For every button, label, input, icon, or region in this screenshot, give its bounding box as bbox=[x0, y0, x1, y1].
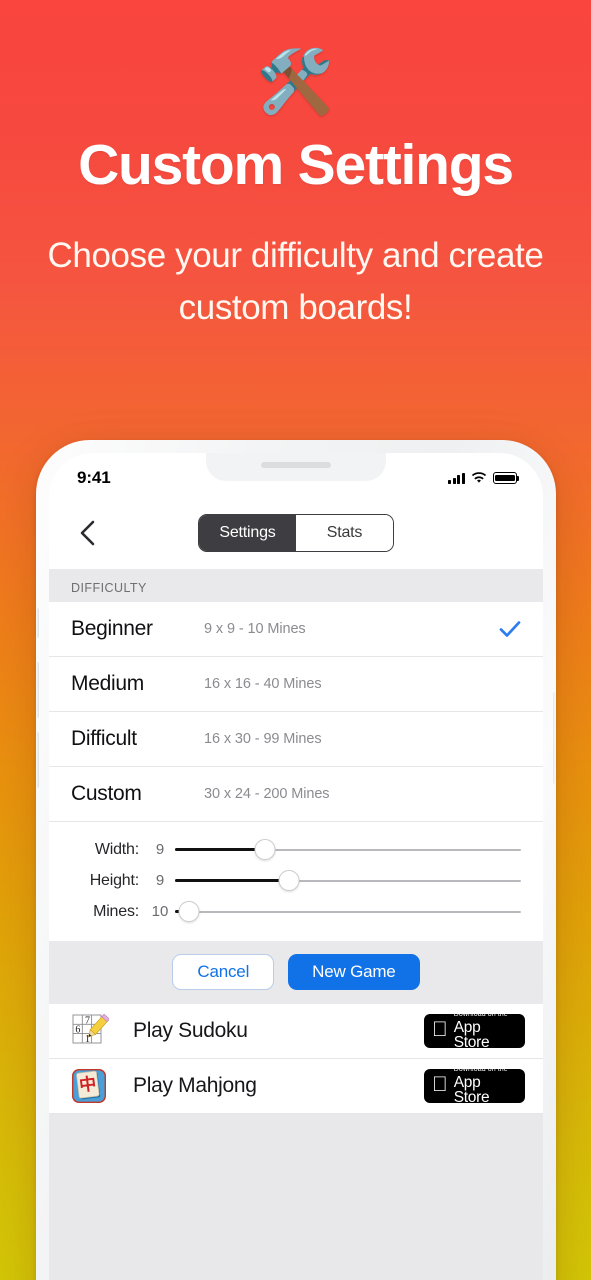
difficulty-detail: 16 x 16 - 40 Mines bbox=[204, 676, 322, 692]
slider-row-height: Height: 9 bbox=[71, 865, 521, 896]
earpiece-speaker-icon bbox=[261, 462, 331, 468]
status-icons bbox=[448, 472, 520, 484]
promo-row-mahjong[interactable]: 中 Play Mahjong  Download on the App Sto… bbox=[49, 1059, 543, 1114]
settings-stats-segmented-control[interactable]: Settings Stats bbox=[198, 514, 394, 552]
promo-label: Play Mahjong bbox=[133, 1074, 257, 1097]
promo-screenshot: 🛠️ Custom Settings Choose your difficult… bbox=[0, 0, 591, 1280]
hero-section: 🛠️ Custom Settings Choose your difficult… bbox=[0, 0, 591, 335]
slider-fill bbox=[175, 879, 290, 882]
difficulty-detail: 9 x 9 - 10 Mines bbox=[204, 621, 306, 637]
page-subtitle: Choose your difficulty and create custom… bbox=[47, 235, 544, 328]
difficulty-list: Beginner 9 x 9 - 10 Mines Medium 16 x 16… bbox=[49, 602, 543, 822]
back-button[interactable] bbox=[69, 515, 105, 551]
checkmark-icon bbox=[499, 620, 521, 638]
promo-label: Play Sudoku bbox=[133, 1019, 248, 1042]
app-promotions: 7 6 1 Play Sudoku Download on the App St… bbox=[49, 1004, 543, 1114]
slider-value-height: 9 bbox=[155, 872, 165, 889]
volume-down-button[interactable] bbox=[36, 732, 39, 788]
silent-switch[interactable] bbox=[36, 608, 39, 638]
difficulty-name: Difficult bbox=[71, 727, 137, 750]
mahjong-tile-icon: 中 bbox=[67, 1064, 111, 1108]
tab-settings[interactable]: Settings bbox=[199, 515, 296, 551]
slider-thumb[interactable] bbox=[178, 901, 200, 922]
slider-label-width: Width: bbox=[94, 840, 139, 858]
signal-bars-icon bbox=[448, 472, 465, 484]
page-title: Custom Settings bbox=[78, 133, 514, 197]
slider-value-width: 9 bbox=[155, 841, 165, 858]
badge-line-1: Download on the bbox=[454, 1066, 517, 1073]
nav-bar: Settings Stats bbox=[49, 497, 543, 569]
slider-label-height: Height: bbox=[89, 871, 139, 889]
volume-up-button[interactable] bbox=[36, 662, 39, 718]
difficulty-row-difficult[interactable]: Difficult 16 x 30 - 99 Mines bbox=[49, 712, 543, 767]
svg-text:中: 中 bbox=[78, 1073, 97, 1096]
slider-thumb[interactable] bbox=[254, 839, 276, 860]
difficulty-row-medium[interactable]: Medium 16 x 16 - 40 Mines bbox=[49, 657, 543, 712]
slider-fill bbox=[175, 848, 265, 851]
difficulty-name: Medium bbox=[71, 672, 144, 695]
slider-value-mines: 10 bbox=[151, 903, 169, 920]
phone-notch bbox=[206, 453, 386, 481]
height-slider[interactable] bbox=[175, 866, 521, 896]
new-game-button[interactable]: New Game bbox=[288, 954, 420, 990]
phone-mockup: 9:41 Settings Stats DIFFICULTY Beginner … bbox=[36, 440, 556, 1280]
svg-text:6: 6 bbox=[75, 1025, 80, 1036]
app-screen: 9:41 Settings Stats DIFFICULTY Beginner … bbox=[49, 453, 543, 1280]
app-store-badge-mahjong[interactable]:  Download on the App Store bbox=[424, 1066, 525, 1106]
chevron-left-icon bbox=[80, 520, 95, 546]
difficulty-row-custom[interactable]: Custom 30 x 24 - 200 Mines bbox=[49, 767, 543, 822]
difficulty-name: Beginner bbox=[71, 617, 153, 640]
power-button[interactable] bbox=[553, 692, 556, 784]
slider-row-mines: Mines: 10 bbox=[71, 896, 521, 927]
tab-stats[interactable]: Stats bbox=[296, 515, 393, 551]
status-time: 9:41 bbox=[77, 468, 111, 487]
wifi-icon bbox=[471, 472, 487, 483]
custom-size-sliders: Width: 9 Height: 9 Mines: 10 bbox=[49, 822, 543, 941]
app-store-badge-sudoku[interactable]:  Download on the App Store bbox=[424, 1011, 525, 1051]
width-slider[interactable] bbox=[175, 835, 521, 865]
badge-line-1: Download on the bbox=[454, 1011, 517, 1018]
sudoku-grid-pencil-icon: 7 6 1 bbox=[67, 1009, 111, 1053]
slider-thumb[interactable] bbox=[278, 870, 300, 891]
difficulty-detail: 16 x 30 - 99 Mines bbox=[204, 731, 322, 747]
promo-row-sudoku[interactable]: 7 6 1 Play Sudoku Download on the App St… bbox=[49, 1004, 543, 1059]
difficulty-row-beginner[interactable]: Beginner 9 x 9 - 10 Mines bbox=[49, 602, 543, 657]
badge-line-2: App Store bbox=[438, 1020, 505, 1051]
phone-bezel: 9:41 Settings Stats DIFFICULTY Beginner … bbox=[49, 453, 543, 1280]
action-buttons: Cancel New Game bbox=[49, 941, 543, 1004]
section-header-difficulty: DIFFICULTY bbox=[49, 569, 543, 602]
svg-text:7: 7 bbox=[85, 1015, 90, 1026]
slider-row-width: Width: 9 bbox=[71, 834, 521, 865]
screen-empty-area bbox=[49, 1114, 543, 1280]
badge-line-2: App Store bbox=[438, 1075, 505, 1106]
cancel-button[interactable]: Cancel bbox=[172, 954, 275, 990]
slider-track bbox=[175, 910, 521, 913]
difficulty-name: Custom bbox=[71, 782, 142, 805]
difficulty-detail: 30 x 24 - 200 Mines bbox=[204, 786, 330, 802]
mines-slider[interactable] bbox=[175, 897, 521, 927]
battery-icon bbox=[493, 472, 520, 484]
hammer-and-wrench-icon: 🛠️ bbox=[256, 48, 335, 117]
slider-label-mines: Mines: bbox=[93, 902, 139, 920]
